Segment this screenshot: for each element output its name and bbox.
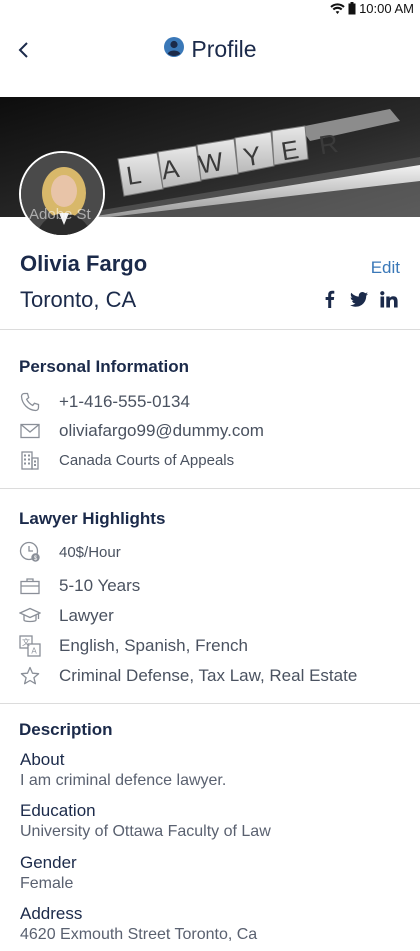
role-value: Lawyer — [59, 606, 114, 625]
phone-icon — [19, 391, 41, 413]
avatar[interactable]: Adobe St — [19, 151, 105, 237]
court-row: Canada Courts of Appeals — [19, 449, 234, 471]
social-links — [320, 290, 398, 308]
status-time: 10:00 AM — [359, 1, 414, 16]
status-bar: 10:00 AM — [0, 0, 420, 17]
phone-row[interactable]: +1-416-555-0134 — [19, 391, 190, 413]
languages-value: English, Spanish, French — [59, 636, 248, 655]
building-icon — [19, 449, 41, 471]
role-row: Lawyer — [19, 605, 114, 627]
battery-icon — [348, 2, 356, 15]
translate-icon: 文A — [19, 635, 41, 657]
star-icon — [19, 665, 41, 687]
app-header: Profile — [0, 17, 420, 97]
about-label: About — [20, 750, 65, 769]
experience-value: 5-10 Years — [59, 576, 141, 595]
email-value: oliviafargo99@dummy.com — [59, 421, 264, 440]
practice-value: Criminal Defense, Tax Law, Real Estate — [59, 666, 358, 685]
section-title-description: Description — [19, 720, 113, 739]
address-label: Address — [20, 904, 83, 923]
gender-value: Female — [20, 875, 74, 892]
graduation-cap-icon — [19, 605, 41, 627]
wifi-icon — [330, 2, 345, 15]
user-circle-icon — [163, 36, 185, 63]
divider — [0, 488, 420, 489]
education-value: University of Ottawa Faculty of Law — [20, 823, 271, 840]
profile-name: Olivia Fargo — [20, 251, 148, 276]
svg-text:A: A — [31, 647, 37, 656]
rate-row: $ 40$/Hour — [19, 541, 121, 563]
court-value: Canada Courts of Appeals — [59, 451, 235, 469]
facebook-icon[interactable] — [320, 290, 338, 308]
linkedin-icon[interactable] — [380, 290, 398, 308]
about-value: I am criminal defence lawyer. — [20, 772, 227, 789]
status-icons: 10:00 AM — [330, 1, 414, 16]
gender-label: Gender — [20, 853, 77, 872]
profile-city: Toronto, CA — [20, 287, 137, 312]
avatar-watermark: Adobe St — [29, 206, 91, 223]
divider — [0, 703, 420, 704]
address-value: 4620 Exmouth Street Toronto, Ca — [20, 926, 258, 943]
edit-button[interactable]: Edit — [371, 258, 400, 278]
email-row[interactable]: oliviafargo99@dummy.com — [19, 420, 264, 442]
education-label: Education — [20, 801, 96, 820]
mail-icon — [19, 420, 41, 442]
languages-row: 文A English, Spanish, French — [19, 635, 248, 657]
svg-text:文: 文 — [22, 637, 30, 647]
header-title-group: Profile — [0, 36, 420, 63]
phone-value: +1-416-555-0134 — [59, 392, 190, 411]
section-title-personal: Personal Information — [19, 357, 190, 376]
practice-row: Criminal Defense, Tax Law, Real Estate — [19, 665, 357, 687]
divider — [0, 329, 420, 330]
section-title-highlights: Lawyer Highlights — [19, 509, 166, 528]
page-title: Profile — [191, 36, 257, 62]
briefcase-icon — [19, 575, 41, 597]
experience-row: 5-10 Years — [19, 575, 140, 597]
twitter-icon[interactable] — [350, 290, 368, 308]
rate-value: 40$/Hour — [59, 543, 121, 561]
clock-money-icon: $ — [19, 541, 41, 563]
